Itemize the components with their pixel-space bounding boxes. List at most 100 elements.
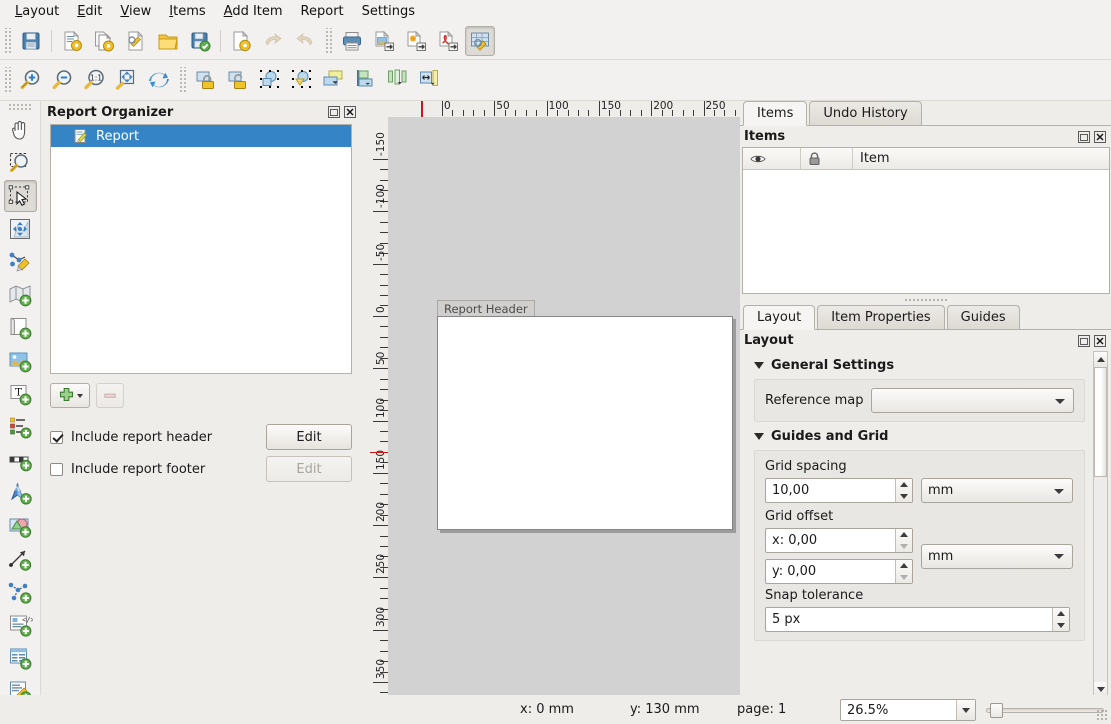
zoom-full-button[interactable] xyxy=(112,65,142,95)
raise-items-button[interactable] xyxy=(319,65,349,95)
grid-spacing-unit-combo[interactable]: mm xyxy=(921,478,1073,503)
add-attribute-table-tool[interactable] xyxy=(4,642,37,674)
menu-add-item[interactable]: Add Item xyxy=(215,2,292,21)
distribute-items-button[interactable] xyxy=(383,65,413,95)
export-pdf-button[interactable] xyxy=(433,26,463,56)
export-image-button[interactable] xyxy=(369,26,399,56)
edit-report-header-button[interactable]: Edit xyxy=(266,424,352,450)
zoom-tool[interactable] xyxy=(4,147,37,179)
ungroup-items-button[interactable] xyxy=(287,65,317,95)
report-settings-button[interactable] xyxy=(465,26,495,56)
zoom-in-button[interactable] xyxy=(16,65,46,95)
stepper-down-icon[interactable] xyxy=(900,544,908,549)
reference-map-combo[interactable] xyxy=(871,388,1074,413)
tab-item-properties[interactable]: Item Properties xyxy=(817,305,944,329)
stepper-down-icon[interactable] xyxy=(900,575,908,580)
add-map-tool[interactable] xyxy=(4,279,37,311)
add-picture-tool[interactable] xyxy=(4,345,37,377)
move-item-content-tool[interactable] xyxy=(4,213,37,245)
add-legend-tool[interactable] xyxy=(4,411,37,443)
toolbar-grip[interactable] xyxy=(324,28,333,54)
grid-spacing-input[interactable]: 10,00 xyxy=(765,478,913,503)
layout-manager-button[interactable] xyxy=(121,26,151,56)
horizontal-ruler[interactable]: 050100150200250300 xyxy=(388,101,740,117)
save-project-button[interactable] xyxy=(16,26,46,56)
edit-nodes-tool[interactable] xyxy=(4,246,37,278)
scroll-up-icon[interactable] xyxy=(1094,352,1107,367)
select-move-item-tool[interactable] xyxy=(4,180,37,212)
grid-offset-unit-combo[interactable]: mm xyxy=(921,544,1073,569)
add-scalebar-tool[interactable] xyxy=(4,444,37,476)
close-icon[interactable] xyxy=(1093,130,1107,144)
edit-report-footer-button[interactable]: Edit xyxy=(266,456,352,482)
menu-report[interactable]: Report xyxy=(292,2,353,21)
close-icon[interactable] xyxy=(1093,334,1107,348)
add-label-tool[interactable]: T xyxy=(4,378,37,410)
tab-undo-history[interactable]: Undo History xyxy=(809,101,921,125)
menu-edit[interactable]: Edit xyxy=(68,2,111,21)
add-north-arrow-tool[interactable]: N xyxy=(4,477,37,509)
vertical-ruler[interactable]: -150-100-50050100150200250300350 xyxy=(362,117,388,695)
report-tree-item-report[interactable]: Report xyxy=(51,125,351,147)
menu-view[interactable]: View xyxy=(111,2,160,21)
refresh-view-button[interactable] xyxy=(144,65,174,95)
grid-spacing-stepper[interactable] xyxy=(895,479,912,502)
resize-items-button[interactable] xyxy=(415,65,445,95)
add-shape-tool[interactable] xyxy=(4,510,37,542)
toolbar-grip[interactable] xyxy=(3,67,12,93)
close-icon[interactable] xyxy=(343,105,357,119)
duplicate-layout-button[interactable] xyxy=(89,26,119,56)
stepper-down-icon[interactable] xyxy=(1057,623,1065,628)
grid-offset-x-stepper[interactable] xyxy=(895,529,912,552)
include-report-footer-checkbox[interactable] xyxy=(50,463,63,476)
export-svg-button[interactable] xyxy=(401,26,431,56)
add-section-button[interactable] xyxy=(50,383,90,408)
snap-tolerance-input[interactable]: 5 px xyxy=(765,607,1070,632)
zoom-level-combo[interactable]: 26.5% xyxy=(840,699,976,721)
stepper-up-icon[interactable] xyxy=(900,563,908,568)
stepper-down-icon[interactable] xyxy=(900,494,908,499)
general-settings-group-header[interactable]: General Settings xyxy=(740,351,1111,379)
column-lock[interactable] xyxy=(801,148,853,169)
tab-layout[interactable]: Layout xyxy=(743,305,815,330)
guides-and-grid-group-header[interactable]: Guides and Grid xyxy=(740,422,1111,450)
redo-button[interactable] xyxy=(290,26,320,56)
zoom-out-button[interactable] xyxy=(48,65,78,95)
items-list[interactable]: Item xyxy=(742,147,1110,294)
column-visibility[interactable] xyxy=(743,148,801,169)
column-item[interactable]: Item xyxy=(853,148,1109,169)
layout-page-view[interactable]: Report Header xyxy=(388,117,740,695)
float-icon[interactable] xyxy=(327,105,341,119)
print-button[interactable] xyxy=(337,26,367,56)
tab-items[interactable]: Items xyxy=(743,101,807,126)
add-html-frame-tool[interactable]: </> xyxy=(4,609,37,641)
chevron-down-icon[interactable] xyxy=(956,700,975,720)
grid-offset-y-input[interactable]: y: 0,00 xyxy=(765,559,913,584)
menu-settings[interactable]: Settings xyxy=(353,2,424,21)
undo-button[interactable] xyxy=(258,26,288,56)
grid-offset-x-input[interactable]: x: 0,00 xyxy=(765,528,913,553)
right-dock-splitter[interactable] xyxy=(904,296,948,303)
resize-grip[interactable] xyxy=(1096,709,1109,722)
lock-selected-items-button[interactable] xyxy=(191,65,221,95)
zoom-slider-handle[interactable] xyxy=(990,703,1003,718)
add-arrow-tool[interactable] xyxy=(4,543,37,575)
scrollbar-thumb[interactable] xyxy=(1094,367,1107,477)
stepper-up-icon[interactable] xyxy=(900,532,908,537)
unlock-all-items-button[interactable] xyxy=(223,65,253,95)
include-report-header-checkbox[interactable] xyxy=(50,431,63,444)
open-template-button[interactable] xyxy=(153,26,183,56)
toolbar-grip[interactable] xyxy=(178,67,187,93)
zoom-100-button[interactable]: 1:1 xyxy=(80,65,110,95)
toolbar-grip[interactable] xyxy=(8,103,32,111)
float-icon[interactable] xyxy=(1077,130,1091,144)
new-report-button[interactable] xyxy=(226,26,256,56)
layout-panel-scrollbar[interactable] xyxy=(1093,351,1108,698)
remove-section-button[interactable] xyxy=(96,383,124,408)
stepper-up-icon[interactable] xyxy=(900,482,908,487)
stepper-up-icon[interactable] xyxy=(1057,611,1065,616)
grid-offset-y-stepper[interactable] xyxy=(895,560,912,583)
zoom-slider[interactable] xyxy=(986,703,1104,717)
report-header-page[interactable] xyxy=(437,316,733,530)
report-tree[interactable]: Report xyxy=(50,124,352,374)
